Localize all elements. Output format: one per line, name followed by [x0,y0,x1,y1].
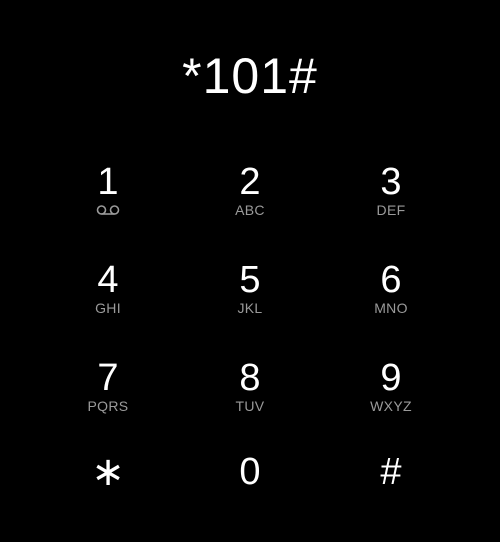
key-digit: 0 [239,451,261,493]
key-digit: 4 [97,259,119,301]
key-hash[interactable]: # [321,452,461,542]
key-letters: MNO [374,300,408,316]
key-4[interactable]: 4 GHI [38,260,178,350]
key-digit: ∗ [91,450,125,494]
dialpad: 1 2 ABC 3 DEF 4 GHI 5 JKL 6 MNO 7 PQRS 8… [0,0,500,500]
key-digit: 7 [97,357,119,399]
key-digit: 6 [380,259,402,301]
key-0[interactable]: 0 [180,452,320,542]
key-digit: 9 [380,357,402,399]
key-digit: 5 [239,259,261,301]
key-letters: PQRS [87,398,129,414]
key-letters: JKL [237,300,263,316]
key-letters: GHI [95,300,121,316]
key-1[interactable]: 1 [38,162,178,252]
key-2[interactable]: 2 ABC [180,162,320,252]
key-digit: 2 [239,161,261,203]
key-letters: WXYZ [370,398,412,414]
key-digit: 3 [380,161,402,203]
key-digit: 1 [97,161,119,203]
key-letters: DEF [376,202,406,218]
key-star[interactable]: ∗ [38,452,178,542]
key-digit: 8 [239,357,261,399]
key-7[interactable]: 7 PQRS [38,358,178,448]
key-5[interactable]: 5 JKL [180,260,320,350]
key-3[interactable]: 3 DEF [321,162,461,252]
key-letters: TUV [235,398,265,414]
key-letters: ABC [235,202,265,218]
key-6[interactable]: 6 MNO [321,260,461,350]
key-8[interactable]: 8 TUV [180,358,320,448]
key-digit: # [380,451,402,493]
key-9[interactable]: 9 WXYZ [321,358,461,448]
voicemail-icon [38,203,178,217]
